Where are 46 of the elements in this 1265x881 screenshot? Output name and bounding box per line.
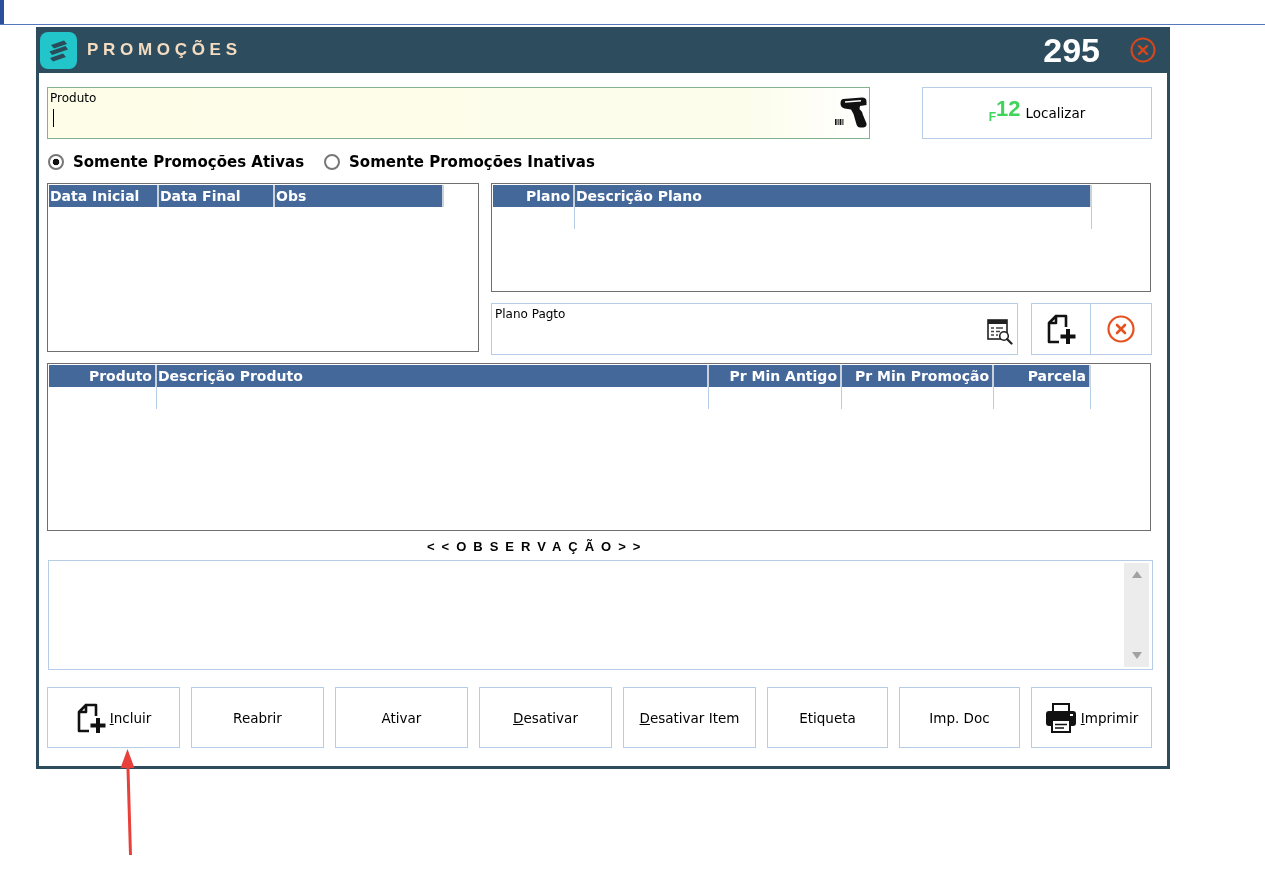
add-document-icon [1046, 314, 1076, 344]
field-label: Plano Pagto [495, 307, 566, 321]
action-button[interactable]: Imprimir [1031, 687, 1152, 748]
window-edge [0, 0, 4, 24]
radio-button[interactable] [324, 154, 341, 170]
observation-field[interactable] [48, 560, 1153, 670]
column-header[interactable]: Parcela [994, 365, 1091, 387]
remove-button[interactable] [1091, 303, 1152, 355]
column-header[interactable]: Pr Min Antigo [709, 365, 842, 387]
payment-plan-field[interactable]: Plano Pagto [491, 303, 1018, 355]
product-field[interactable]: Produto [47, 87, 870, 139]
action-button[interactable]: Reabrir [191, 687, 324, 748]
column-header[interactable]: Produto [49, 365, 157, 387]
column-header[interactable]: Data Final [159, 185, 275, 207]
column-header[interactable]: Pr Min Promoção [842, 365, 994, 387]
field-label: Produto [50, 91, 97, 105]
record-number: 295 [1043, 30, 1100, 70]
printer-icon [1044, 702, 1077, 733]
radio-label[interactable]: Somente Promoções Inativas [349, 153, 595, 171]
barcode-scanner-icon[interactable] [835, 97, 867, 128]
circle-x-icon [1107, 315, 1135, 343]
column-header[interactable]: Descrição Plano [575, 185, 1092, 207]
radio-button[interactable] [48, 154, 64, 170]
action-button[interactable]: Imp. Doc [899, 687, 1020, 748]
column-header[interactable]: Plano [493, 185, 575, 207]
shortcut-key-label: $_{F}$12 [988, 98, 1021, 126]
action-button[interactable]: Desativar [479, 687, 612, 748]
scroll-up-icon[interactable] [1131, 571, 1142, 578]
find-button[interactable]: $_{F}$12 Localizar [922, 87, 1152, 139]
scrollbar[interactable] [1124, 563, 1149, 667]
text-cursor [53, 109, 54, 127]
column-header[interactable]: Obs [275, 185, 444, 207]
close-icon[interactable] [1130, 37, 1156, 63]
radio-label[interactable]: Somente Promoções Ativas [73, 153, 305, 171]
action-button[interactable]: Desativar Item [623, 687, 756, 748]
action-button[interactable]: Incluir [47, 687, 180, 748]
action-button[interactable]: Etiqueta [767, 687, 888, 748]
add-document-icon [75, 702, 106, 733]
window-title: PROMOÇÕES [87, 40, 242, 60]
action-button[interactable]: Ativar [335, 687, 468, 748]
column-header[interactable]: Descrição Produto [157, 365, 709, 387]
list-search-icon[interactable] [987, 319, 1013, 345]
column-header[interactable]: Data Inicial [49, 185, 159, 207]
section-title: <<OBSERVAÇÃO>> [427, 539, 648, 555]
scroll-down-icon[interactable] [1131, 652, 1142, 659]
add-button[interactable] [1031, 303, 1091, 355]
